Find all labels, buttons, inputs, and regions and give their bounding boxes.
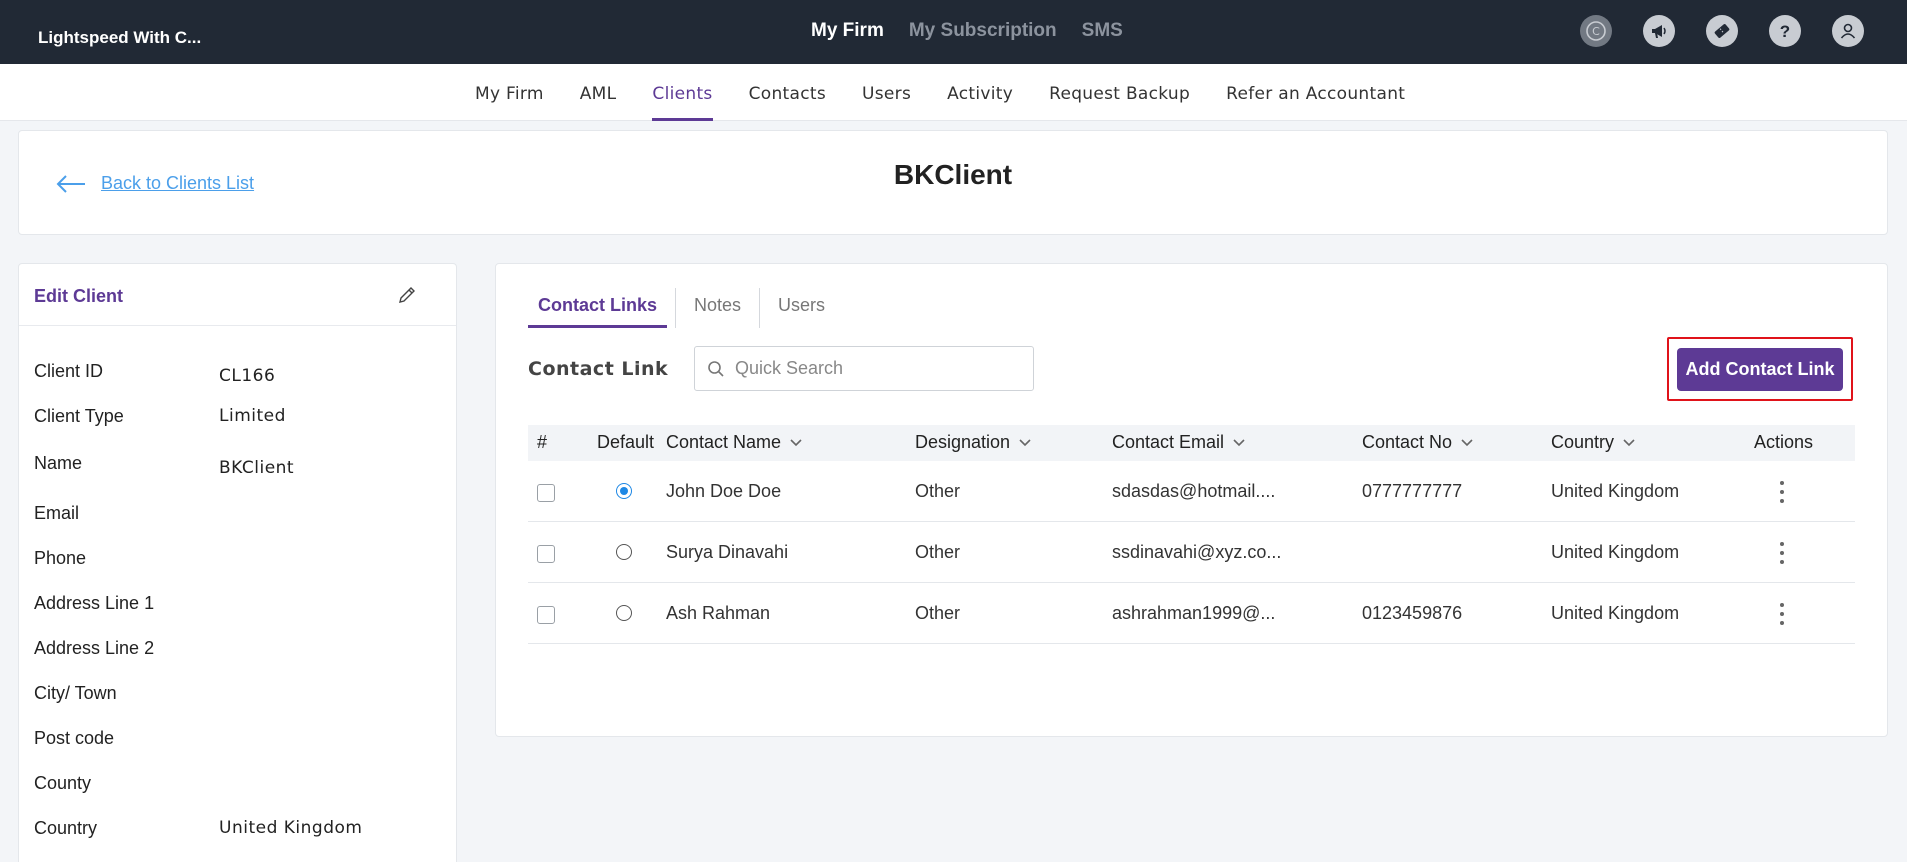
client-id-label: Client ID	[34, 361, 104, 381]
contact-name: Ash Rahman	[666, 603, 771, 623]
contact-email: ashrahman1999@...	[1112, 603, 1276, 623]
subnav-users[interactable]: Users	[862, 64, 911, 121]
subnav-aml[interactable]: AML	[580, 64, 617, 121]
section-title: Contact Link	[528, 358, 669, 380]
topnav-sms[interactable]: SMS	[1082, 20, 1123, 42]
user-icon[interactable]	[1832, 15, 1864, 47]
default-radio[interactable]	[616, 544, 632, 560]
email-label: Email	[34, 503, 80, 523]
page-title: BKClient	[893, 159, 1013, 190]
topnav-my-firm[interactable]: My Firm	[811, 20, 884, 42]
designation: Other	[915, 603, 961, 623]
tab-notes[interactable]: Notes	[684, 288, 751, 328]
sub-nav: My Firm AML Clients Contacts Users Activ…	[0, 64, 1907, 121]
edit-client-title: Edit Client	[34, 286, 123, 306]
add-contact-link-button[interactable]: Add Contact Link	[1677, 348, 1843, 391]
firm-name[interactable]: Lightspeed With C...	[38, 28, 201, 48]
tab-users[interactable]: Users	[768, 288, 835, 328]
tab-divider	[675, 288, 677, 328]
svg-text:C: C	[1592, 25, 1600, 38]
country: United Kingdom	[1551, 481, 1680, 501]
designation: Other	[915, 481, 961, 501]
contact-no: 0777777777	[1362, 481, 1463, 501]
contact-email: ssdinavahi@xyz.co...	[1112, 542, 1282, 562]
client-type-value: Limited	[219, 406, 286, 426]
row-checkbox[interactable]	[537, 545, 555, 563]
contact-name: John Doe Doe	[666, 481, 782, 501]
col-contact-name[interactable]: Contact Name	[666, 432, 803, 453]
contact-links-panel: Contact Links Notes Users Contact Link A…	[495, 263, 1888, 737]
more-actions-icon[interactable]	[1778, 542, 1786, 564]
client-id-value: CL166	[219, 366, 276, 386]
name-value: BKClient	[219, 458, 295, 478]
name-label: Name	[34, 453, 83, 473]
col-designation[interactable]: Designation	[915, 432, 1032, 453]
svg-text:?: ?	[1780, 22, 1790, 41]
ticket-icon[interactable]	[1706, 15, 1738, 47]
megaphone-icon[interactable]	[1643, 15, 1675, 47]
pencil-icon[interactable]	[396, 284, 418, 311]
top-icons: C ?	[1580, 15, 1864, 47]
tab-divider	[759, 288, 761, 328]
coin-icon[interactable]: C	[1580, 15, 1612, 47]
chevron-down-icon	[1623, 438, 1635, 446]
table-row: Ash Rahman Other ashrahman1999@... 01234…	[528, 583, 1855, 644]
more-actions-icon[interactable]	[1778, 603, 1786, 625]
address-line-1-label: Address Line 1	[34, 593, 155, 613]
search-input[interactable]	[735, 358, 1015, 379]
country: United Kingdom	[1551, 603, 1680, 623]
subnav-contacts[interactable]: Contacts	[749, 64, 826, 121]
help-icon[interactable]: ?	[1769, 15, 1801, 47]
chevron-down-icon	[1233, 438, 1245, 446]
edit-client-panel: Edit Client Client ID CL166 Client Type …	[18, 263, 457, 862]
city-town-label: City/ Town	[34, 683, 117, 703]
subnav-clients[interactable]: Clients	[652, 64, 713, 121]
default-radio[interactable]	[616, 605, 632, 621]
table-row: Surya Dinavahi Other ssdinavahi@xyz.co..…	[528, 522, 1855, 583]
client-type-label: Client Type	[34, 406, 124, 426]
row-checkbox[interactable]	[537, 606, 555, 624]
chevron-down-icon	[1019, 438, 1031, 446]
contact-no: 0123459876	[1362, 603, 1463, 623]
post-code-label: Post code	[34, 728, 115, 748]
subnav-activity[interactable]: Activity	[947, 64, 1013, 121]
quick-search	[694, 346, 1034, 391]
contact-email: sdasdas@hotmail....	[1112, 481, 1276, 501]
designation: Other	[915, 542, 961, 562]
address-line-2-label: Address Line 2	[34, 638, 155, 658]
country-label: Country	[34, 818, 98, 838]
col-default: Default	[597, 432, 655, 452]
chevron-down-icon	[790, 438, 802, 446]
col-index: #	[537, 432, 548, 452]
col-actions: Actions	[1754, 432, 1814, 452]
default-radio[interactable]	[616, 483, 632, 499]
col-contact-no[interactable]: Contact No	[1362, 432, 1474, 453]
subnav-my-firm[interactable]: My Firm	[475, 64, 544, 121]
top-nav: My Firm My Subscription SMS	[811, 20, 1123, 42]
client-header-card: Back to Clients List BKClient	[18, 130, 1888, 235]
col-contact-email[interactable]: Contact Email	[1112, 432, 1246, 453]
contact-links-table: # Default Contact Name Designation Conta…	[528, 425, 1855, 644]
country-value: United Kingdom	[219, 818, 363, 838]
chevron-down-icon	[1461, 438, 1473, 446]
more-actions-icon[interactable]	[1778, 481, 1786, 503]
table-header: # Default Contact Name Designation Conta…	[528, 425, 1855, 461]
contact-name: Surya Dinavahi	[666, 542, 789, 562]
subnav-refer-accountant[interactable]: Refer an Accountant	[1226, 64, 1405, 121]
table-row: John Doe Doe Other sdasdas@hotmail.... 0…	[528, 461, 1855, 522]
col-country[interactable]: Country	[1551, 432, 1636, 453]
country: United Kingdom	[1551, 542, 1680, 562]
tab-contact-links[interactable]: Contact Links	[528, 288, 668, 328]
topnav-my-subscription[interactable]: My Subscription	[909, 20, 1057, 42]
phone-label: Phone	[34, 548, 87, 568]
subnav-request-backup[interactable]: Request Backup	[1049, 64, 1190, 121]
county-label: County	[34, 773, 92, 793]
row-checkbox[interactable]	[537, 484, 555, 502]
highlight-box: Add Contact Link	[1667, 337, 1853, 401]
tabs: Contact Links Notes Users	[528, 288, 835, 328]
top-bar: Lightspeed With C... My Firm My Subscrip…	[0, 0, 1907, 64]
search-icon	[708, 360, 724, 377]
